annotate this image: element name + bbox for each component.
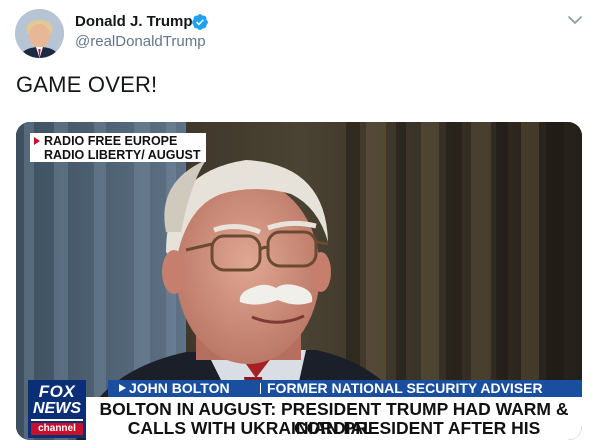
chevron-down-icon[interactable] xyxy=(567,13,583,25)
play-arrow-icon xyxy=(119,384,126,392)
chyron-headline-line2: CALLS WITH UKRAINIAN PRESIDENT AFTER HIS… xyxy=(127,418,541,441)
source-tag: RADIO FREE EUROPE RADIO LIBERTY/ AUGUST xyxy=(30,133,206,162)
fox-news-logo: FOX NEWS channel xyxy=(28,380,86,438)
tweet-header: Donald J. Trump @realDonaldTrump xyxy=(0,0,597,62)
source-tag-line1: RADIO FREE EUROPE xyxy=(44,134,178,148)
fox-logo-line3: channel xyxy=(31,423,83,435)
avatar-image xyxy=(15,9,64,58)
play-arrow-icon xyxy=(34,137,40,145)
fox-logo-line2: NEWS xyxy=(33,400,81,417)
author-handle[interactable]: @realDonaldTrump xyxy=(75,33,206,50)
fox-logo-line1: FOX xyxy=(38,382,76,401)
tweet-media-image[interactable]: RADIO FREE EUROPE RADIO LIBERTY/ AUGUST … xyxy=(16,122,582,440)
author-name[interactable]: Donald J. Trump xyxy=(75,13,193,30)
tweet-text: GAME OVER! xyxy=(16,72,158,97)
chyron-title: FORMER NATIONAL SECURITY ADVISER xyxy=(267,380,543,396)
verified-badge-icon xyxy=(191,13,209,31)
avatar[interactable] xyxy=(15,9,64,58)
chyron-headline: BOLTON IN AUGUST: PRESIDENT TRUMP HAD WA… xyxy=(86,397,582,440)
chyron-divider xyxy=(260,383,261,394)
fox-logo-stripe xyxy=(31,419,83,421)
chyron-nameplate: JOHN BOLTON FORMER NATIONAL SECURITY ADV… xyxy=(108,380,582,397)
chyron-name: JOHN BOLTON xyxy=(129,380,230,396)
source-tag-line2: RADIO LIBERTY/ AUGUST xyxy=(44,148,201,162)
